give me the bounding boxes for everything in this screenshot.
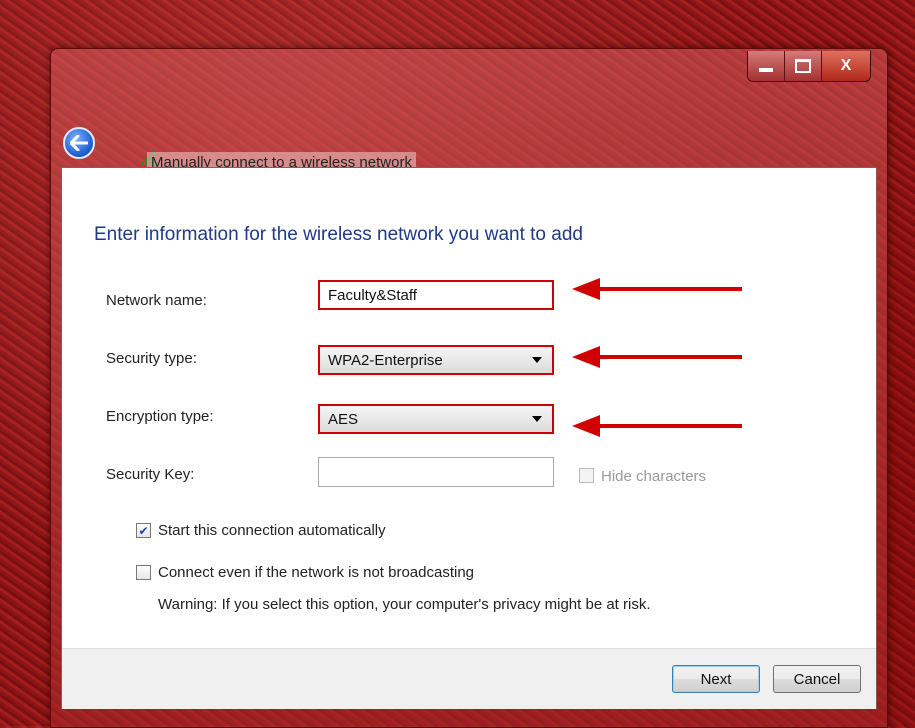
start-automatically-label: Start this connection automatically (158, 522, 386, 539)
dialog-window: X Manually connect to a wireless network… (50, 48, 888, 728)
back-arrow-icon (70, 135, 88, 151)
window-controls: X (747, 51, 871, 82)
security-type-label: Security type: (106, 350, 197, 367)
privacy-warning: Warning: If you select this option, your… (158, 596, 651, 613)
page-title: Enter information for the wireless netwo… (94, 224, 583, 245)
chevron-down-icon (532, 416, 542, 422)
security-type-select[interactable]: WPA2-Enterprise (318, 345, 554, 375)
annotation-arrow (572, 345, 742, 369)
cancel-button[interactable]: Cancel (773, 665, 861, 693)
dialog-content: Enter information for the wireless netwo… (61, 167, 877, 709)
close-icon: X (840, 57, 852, 74)
close-button[interactable]: X (822, 51, 870, 81)
security-key-label: Security Key: (106, 466, 195, 483)
dialog-footer: Next Cancel (62, 648, 876, 709)
back-button[interactable] (63, 127, 95, 159)
checkmark-icon: ✔ (138, 523, 149, 538)
hide-characters-checkbox[interactable] (579, 468, 594, 483)
maximize-button[interactable] (785, 51, 822, 81)
minimize-icon (759, 68, 773, 72)
chevron-down-icon (532, 357, 542, 363)
encryption-type-select[interactable]: AES (318, 404, 554, 434)
hide-characters-label: Hide characters (601, 468, 707, 485)
red-arrow-icon (572, 278, 742, 300)
network-name-input[interactable]: Faculty&Staff (318, 280, 554, 310)
annotation-arrow (572, 414, 742, 438)
security-type-value: WPA2-Enterprise (328, 351, 443, 369)
start-automatically-checkbox[interactable]: ✔ (136, 523, 151, 538)
red-arrow-icon (572, 346, 742, 368)
connect-hidden-label: Connect even if the network is not broad… (158, 564, 475, 581)
connect-hidden-checkbox[interactable] (136, 565, 151, 580)
red-arrow-icon (572, 415, 742, 437)
encryption-type-label: Encryption type: (106, 408, 214, 425)
next-button[interactable]: Next (672, 665, 760, 693)
annotation-arrow (572, 277, 742, 301)
maximize-icon (795, 59, 811, 73)
encryption-type-value: AES (328, 410, 359, 428)
security-key-input[interactable] (318, 457, 554, 487)
minimize-button[interactable] (748, 51, 785, 81)
network-name-label: Network name: (106, 292, 207, 309)
